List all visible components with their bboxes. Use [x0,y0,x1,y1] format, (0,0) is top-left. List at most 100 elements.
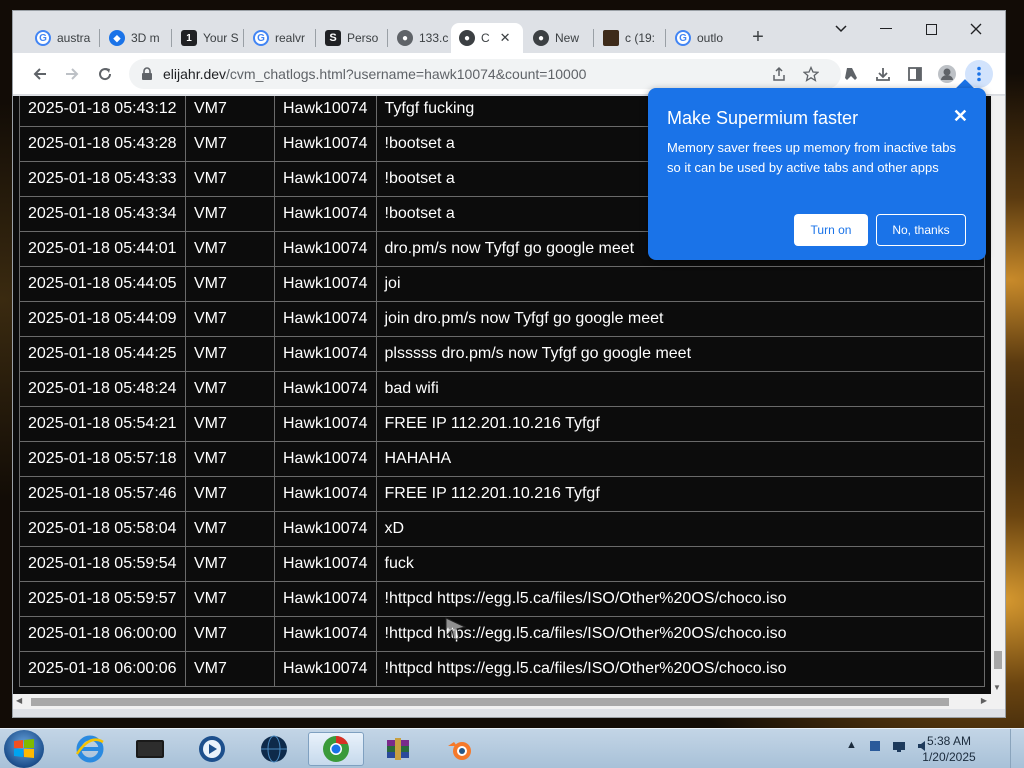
side-panel-icon[interactable] [901,60,929,88]
url-text: elijahr.dev/cvm_chatlogs.html?username=h… [163,66,587,82]
tab-label: Perso [347,31,379,45]
log-user-cell: Hawk10074 [274,651,377,687]
tab-7[interactable]: ● New [525,23,593,53]
download-icon[interactable] [869,60,897,88]
no-thanks-button[interactable]: No, thanks [876,214,966,246]
share-icon[interactable] [765,60,793,88]
tab-9[interactable]: G outlo [667,23,737,53]
chrome-icon[interactable] [308,732,364,766]
clock-time: 5:38 AM [926,734,972,748]
log-time-cell: 2025-01-18 05:57:46 [19,476,186,512]
tray-app-icon[interactable] [868,739,882,756]
address-bar[interactable]: elijahr.dev/cvm_chatlogs.html?username=h… [129,59,841,89]
media-player-icon[interactable] [184,732,240,766]
table-row: 2025-01-18 05:58:04 VM7 Hawk10074 xD [19,511,985,547]
table-row: 2025-01-18 05:59:54 VM7 Hawk10074 fuck [19,546,985,582]
log-time-cell: 2025-01-18 06:00:06 [19,651,186,687]
tab-label: C [481,31,490,45]
scrollbar-thumb[interactable] [31,698,949,706]
log-user-cell: Hawk10074 [274,441,377,477]
log-message-cell: joi [375,266,985,302]
tab-label: Your S [203,31,239,45]
3d-icon: ◆ [109,30,125,46]
log-time-cell: 2025-01-18 05:43:28 [19,126,186,162]
log-vm-cell: VM7 [185,231,275,267]
clock-date: 1/20/2025 [922,750,976,764]
scroll-right-arrow-icon[interactable]: ▶ [981,696,987,705]
tab-3[interactable]: G realvr [245,23,315,53]
minimize-button[interactable] [863,15,909,43]
log-time-cell: 2025-01-18 05:57:18 [19,441,186,477]
table-row: 2025-01-18 05:48:24 VM7 Hawk10074 bad wifi [19,371,985,407]
terminal-icon[interactable] [122,732,178,766]
internet-explorer-icon[interactable] [62,732,118,766]
log-time-cell: 2025-01-18 05:43:33 [19,161,186,197]
log-message-cell: fuck [375,546,985,582]
vertical-scrollbar[interactable]: ▼ [991,96,1005,694]
log-user-cell: Hawk10074 [274,371,377,407]
tray-expand-icon[interactable]: ▲ [846,739,857,751]
s-logo-icon: S [325,30,341,46]
extensions-icon[interactable] [837,60,865,88]
show-desktop-button[interactable] [1010,729,1024,768]
tab-0[interactable]: G austra [27,23,97,53]
tab-search-button[interactable] [818,15,864,43]
google-icon: G [675,30,691,46]
forward-button[interactable] [58,60,86,88]
log-vm-cell: VM7 [185,546,275,582]
globe-app-icon[interactable] [246,732,302,766]
table-row: 2025-01-18 05:44:25 VM7 Hawk10074 plsssss d… [19,336,985,372]
log-vm-cell: VM7 [185,511,275,547]
maximize-button[interactable] [908,15,954,43]
table-row: 2025-01-18 05:54:21 VM7 Hawk10074 FREE IP 1… [19,406,985,442]
log-time-cell: 2025-01-18 05:44:01 [19,231,186,267]
horizontal-scrollbar[interactable]: ◀ ▶ [13,694,1005,709]
lock-icon[interactable] [141,67,153,81]
tab-1[interactable]: ◆ 3D m [101,23,171,53]
turn-on-button[interactable]: Turn on [794,214,868,246]
number-one-icon: 1 [181,30,197,46]
winrar-icon[interactable] [370,732,426,766]
scrollbar-thumb[interactable] [994,651,1002,669]
bookmark-star-icon[interactable] [797,60,825,88]
tab-8[interactable]: c (19: [595,23,665,53]
scroll-left-arrow-icon[interactable]: ◀ [16,696,22,705]
log-time-cell: 2025-01-18 05:43:34 [19,196,186,232]
tab-4[interactable]: S Perso [317,23,387,53]
close-icon[interactable]: ✕ [953,106,968,127]
blender-icon[interactable] [432,732,488,766]
tab-label: 3D m [131,31,160,45]
system-clock[interactable]: 5:38 AM 1/20/2025 [920,733,978,765]
log-user-cell: Hawk10074 [274,581,377,617]
back-button[interactable] [26,60,54,88]
log-time-cell: 2025-01-18 05:58:04 [19,511,186,547]
tab-label: 133.c [419,31,449,45]
log-vm-cell: VM7 [185,581,275,617]
close-window-button[interactable] [953,15,999,43]
table-row: 2025-01-18 05:57:46 VM7 Hawk10074 FREE IP 1… [19,476,985,512]
google-icon: G [35,30,51,46]
log-user-cell: Hawk10074 [274,476,377,512]
scroll-down-arrow-icon[interactable]: ▼ [993,683,1001,692]
log-message-cell: xD [375,511,985,547]
tab-active[interactable]: ● C ✕ [451,23,523,53]
start-button[interactable] [4,730,44,768]
network-icon[interactable] [892,739,906,756]
new-tab-button[interactable]: + [745,24,771,50]
log-vm-cell: VM7 [185,196,275,232]
profile-avatar-icon[interactable] [933,60,961,88]
log-vm-cell: VM7 [185,616,275,652]
log-time-cell: 2025-01-18 05:54:21 [19,406,186,442]
table-row: 2025-01-18 06:00:06 VM7 Hawk10074 !httpcd h… [19,651,985,687]
log-vm-cell: VM7 [185,96,275,127]
reload-button[interactable] [91,60,119,88]
tab-5[interactable]: ● 133.c [389,23,453,53]
log-vm-cell: VM7 [185,476,275,512]
google-icon: G [253,30,269,46]
tab-2[interactable]: 1 Your S [173,23,243,53]
log-time-cell: 2025-01-18 05:43:12 [19,96,186,127]
windows-logo-icon [14,739,34,758]
close-tab-icon[interactable]: ✕ [500,30,511,46]
log-user-cell: Hawk10074 [274,96,377,127]
popup-title: Make Supermium faster [667,108,859,128]
